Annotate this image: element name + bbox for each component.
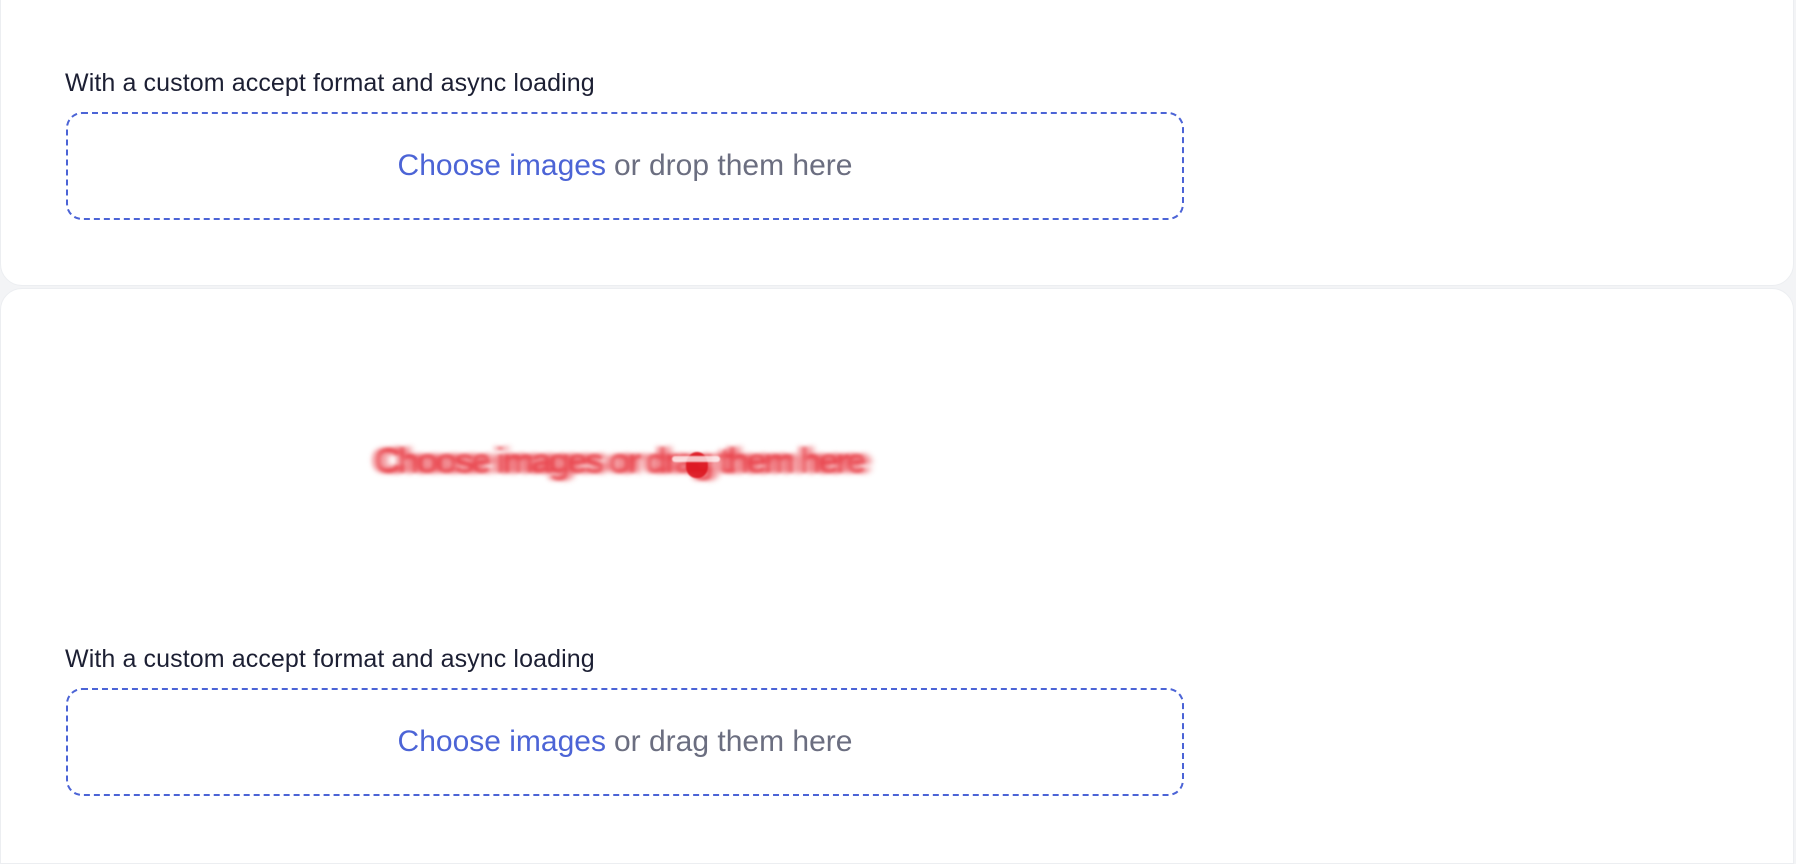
choose-images-link[interactable]: Choose images	[398, 725, 606, 759]
section-label: With a custom accept format and async lo…	[65, 69, 595, 97]
choose-images-link[interactable]: Choose images	[398, 149, 606, 183]
dropzone-hint: or drag them here	[613, 725, 853, 758]
image-dropzone[interactable]: Choose images or drop them here	[66, 112, 1184, 220]
drag-cursor-icon	[672, 452, 720, 478]
upload-panel-top: With a custom accept format and async lo…	[0, 0, 1794, 286]
dropzone-hint: or drop them here	[613, 149, 853, 182]
section-label: With a custom accept format and async lo…	[65, 645, 595, 673]
drag-ghost-preview: Choose images or drag them here	[374, 440, 866, 481]
upload-panel-bottom: With a custom accept format and async lo…	[0, 288, 1794, 864]
image-dropzone[interactable]: Choose images or drag them here	[66, 688, 1184, 796]
